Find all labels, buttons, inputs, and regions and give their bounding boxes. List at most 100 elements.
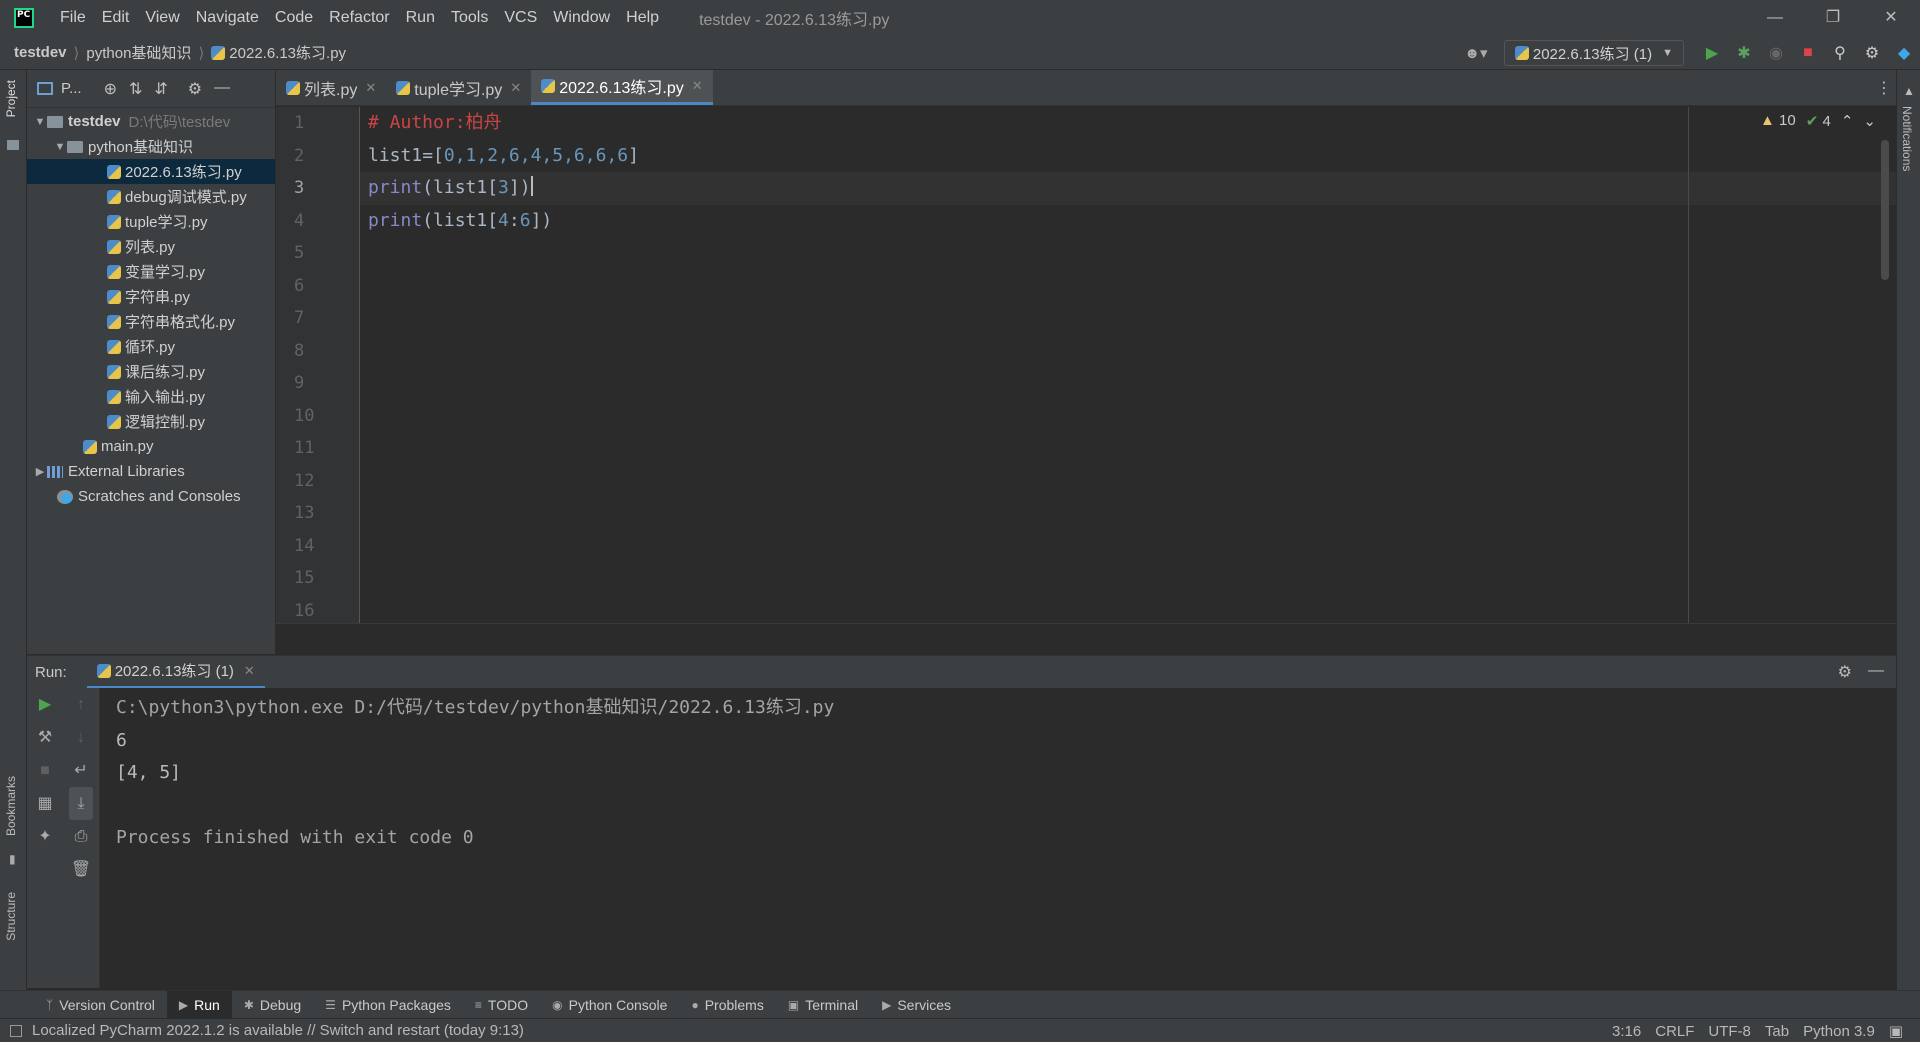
menu-navigate[interactable]: Navigate	[188, 9, 267, 27]
locate-target-icon[interactable]: ⊕	[104, 79, 117, 99]
run-configuration-select[interactable]: 2022.6.13练习 (1) ▼	[1503, 40, 1684, 66]
status-message[interactable]: Localized PyCharm 2022.1.2 is available …	[10, 1022, 524, 1039]
tool-problems[interactable]: ● Problems	[679, 991, 775, 1019]
menu-vcs[interactable]: VCS	[496, 9, 545, 27]
pin-tab-icon[interactable]: ✦	[27, 820, 63, 853]
soft-wrap-icon[interactable]: ↵	[63, 754, 99, 787]
close-tab-icon[interactable]: ✕	[244, 663, 255, 679]
tree-file[interactable]: 字符串.py	[27, 284, 275, 309]
line-separator[interactable]: CRLF	[1648, 1023, 1701, 1040]
tree-file-main[interactable]: main.py	[27, 434, 275, 459]
run-icon[interactable]: ▶	[1696, 43, 1728, 63]
scroll-to-end-icon[interactable]: ⤓	[69, 787, 93, 820]
close-icon[interactable]: ✕	[1862, 0, 1920, 36]
hide-panel-icon[interactable]: —	[214, 79, 230, 99]
collapse-all-icon[interactable]: ⇵	[154, 79, 167, 99]
jetbrains-toolbox-icon[interactable]: ◆	[1888, 43, 1920, 63]
notifications-tool-tab[interactable]: Notifications	[1900, 106, 1914, 171]
tree-file[interactable]: 逻辑控制.py	[27, 409, 275, 434]
menu-code[interactable]: Code	[267, 9, 321, 27]
rerun-icon[interactable]: ▶	[27, 688, 63, 721]
more-options-icon[interactable]: ⋮	[1876, 78, 1892, 98]
lock-icon[interactable]: ▣	[1882, 1022, 1910, 1040]
arrow-down-icon[interactable]: ↓	[63, 721, 99, 754]
tree-file[interactable]: debug调试模式.py	[27, 184, 275, 209]
tree-file[interactable]: 列表.py	[27, 234, 275, 259]
breadcrumb-project[interactable]: testdev	[14, 44, 67, 61]
caret-position[interactable]: 3:16	[1605, 1023, 1648, 1040]
tool-services[interactable]: ▶ Services	[870, 991, 963, 1019]
project-tool-tab[interactable]: Project	[4, 80, 18, 117]
tool-debug[interactable]: ✱ Debug	[232, 991, 313, 1019]
menu-tools[interactable]: Tools	[443, 9, 496, 27]
breadcrumb-file[interactable]: 2022.6.13练习.py	[211, 42, 346, 63]
coverage-icon[interactable]: ◉	[1760, 43, 1792, 63]
tool-python-packages[interactable]: ☰ Python Packages	[313, 991, 463, 1019]
tool-run[interactable]: ▶ Run	[166, 990, 232, 1019]
tree-file[interactable]: 循环.py	[27, 334, 275, 359]
code-editor[interactable]: # Author:柏舟 list1=[0,1,2,6,4,5,6,6,6] pr…	[360, 107, 1906, 623]
menu-refactor[interactable]: Refactor	[321, 9, 397, 27]
editor-tab-bar: 列表.py ✕ tuple学习.py ✕ 2022.6.13练习.py ✕ ⋮	[276, 70, 1906, 106]
print-icon[interactable]: ⎙	[63, 820, 99, 853]
settings-gear-icon[interactable]: ⚙	[1856, 43, 1888, 63]
expand-all-icon[interactable]: ⇅	[129, 79, 142, 99]
tree-file[interactable]: 变量学习.py	[27, 259, 275, 284]
breadcrumb-folder[interactable]: python基础知识	[86, 42, 191, 63]
line-number: 5	[294, 243, 305, 263]
gear-icon[interactable]: ⚙	[1838, 662, 1852, 682]
python-interpreter[interactable]: Python 3.9	[1796, 1023, 1882, 1040]
gear-icon[interactable]: ⚙	[188, 79, 202, 99]
menu-window[interactable]: Window	[545, 9, 618, 27]
editor-scrollbar[interactable]	[1881, 140, 1889, 280]
run-console-output[interactable]: C:\python3\python.exe D:/代码/testdev/pyth…	[100, 688, 1896, 988]
tool-todo[interactable]: ≡ TODO	[463, 991, 540, 1019]
tree-root-testdev[interactable]: ▼ testdev D:\代码\testdev	[27, 109, 275, 134]
tree-file[interactable]: 输入输出.py	[27, 384, 275, 409]
clear-all-trash-icon[interactable]: 🗑	[63, 853, 99, 886]
hide-panel-icon[interactable]: —	[1868, 662, 1884, 682]
project-view-selector[interactable]: P...	[37, 80, 82, 97]
chevron-down-icon[interactable]: ⌄	[1863, 112, 1876, 130]
line-number: 8	[294, 340, 305, 361]
menu-file[interactable]: File	[52, 9, 94, 27]
tree-file[interactable]: 课后练习.py	[27, 359, 275, 384]
debug-icon[interactable]: ✱	[1728, 43, 1760, 63]
chevron-up-icon[interactable]: ⌃	[1841, 112, 1854, 130]
tree-folder-python-basics[interactable]: ▼ python基础知识	[27, 134, 275, 159]
tool-python-console[interactable]: ◉ Python Console	[540, 991, 679, 1019]
close-tab-icon[interactable]: ✕	[510, 80, 521, 96]
tool-terminal[interactable]: ▣ Terminal	[776, 991, 870, 1019]
search-icon[interactable]: ⚲	[1824, 43, 1856, 63]
tool-label: Services	[897, 996, 952, 1013]
menu-help[interactable]: Help	[618, 9, 667, 27]
user-icon[interactable]: ☻▾	[1456, 44, 1496, 62]
editor-tab[interactable]: tuple学习.py ✕	[386, 70, 531, 105]
bookmarks-tool-tab[interactable]: Bookmarks	[4, 776, 18, 836]
close-tab-icon[interactable]: ✕	[692, 78, 703, 94]
stop-icon[interactable]: ■	[27, 754, 63, 787]
tree-external-libraries[interactable]: ▶ External Libraries	[27, 459, 275, 484]
menu-view[interactable]: View	[137, 9, 187, 27]
stop-icon[interactable]: ■	[1792, 44, 1824, 62]
inspection-widget[interactable]: ▲ 10 ✔ 4 ⌃ ⌄	[1760, 112, 1876, 130]
tree-scratches[interactable]: Scratches and Consoles	[27, 484, 275, 509]
editor-tab[interactable]: 列表.py ✕	[276, 70, 386, 105]
tool-version-control[interactable]: ᛉ Version Control	[34, 991, 167, 1019]
editor-tab-active[interactable]: 2022.6.13练习.py ✕	[531, 70, 713, 105]
file-encoding[interactable]: UTF-8	[1701, 1023, 1758, 1040]
edit-configuration-wrench-icon[interactable]: ⚒	[27, 721, 63, 754]
layout-icon[interactable]: ▦	[27, 787, 63, 820]
run-tab[interactable]: 2022.6.13练习 (1) ✕	[86, 656, 265, 689]
structure-tool-tab[interactable]: Structure	[4, 892, 18, 941]
restore-icon[interactable]: ❐	[1804, 0, 1862, 36]
menu-edit[interactable]: Edit	[94, 9, 138, 27]
arrow-up-icon[interactable]: ↑	[63, 688, 99, 721]
tree-file[interactable]: 字符串格式化.py	[27, 309, 275, 334]
indent-setting[interactable]: Tab	[1758, 1023, 1796, 1040]
tree-file[interactable]: tuple学习.py	[27, 209, 275, 234]
menu-run[interactable]: Run	[398, 9, 443, 27]
minimize-icon[interactable]: —	[1746, 0, 1804, 36]
close-tab-icon[interactable]: ✕	[365, 80, 376, 96]
tree-file[interactable]: 2022.6.13练习.py	[27, 159, 275, 184]
